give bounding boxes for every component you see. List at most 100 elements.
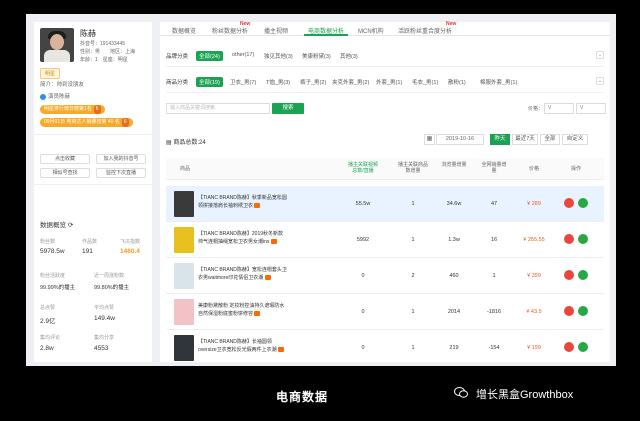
link-icon[interactable] bbox=[578, 198, 588, 208]
product-thumbnail[interactable] bbox=[174, 299, 194, 325]
tab-fans-analysis[interactable]: 粉丝数据分析 New bbox=[212, 21, 250, 35]
linked-videos-cell: 5992 bbox=[356, 237, 370, 243]
profile-panel: 陈赫 抖音号：191433445 性别：男 地区：上海 年龄：1 星座：明星 明… bbox=[34, 22, 152, 362]
refresh-icon[interactable]: ⟳ bbox=[68, 222, 73, 229]
app-screen: 陈赫 抖音号：191433445 性别：男 地区：上海 年龄：1 星座：明星 明… bbox=[26, 14, 616, 366]
date-7days-button[interactable]: 最近7天 bbox=[512, 134, 538, 145]
product-filter-item[interactable]: 裤子_男(2) bbox=[300, 78, 326, 86]
stat-value: 5978.5w bbox=[40, 248, 65, 255]
product-thumbnail[interactable] bbox=[174, 335, 194, 361]
product-filter-item[interactable]: 棉服外套_男(1) bbox=[480, 78, 517, 86]
avatar bbox=[40, 28, 74, 62]
calendar-icon[interactable]: ▦ bbox=[424, 134, 435, 145]
product-title[interactable]: 美康粉黛散粉 定妆粉控油持久遮瑕防水自然保湿粉底蜜粉饼修容 bbox=[198, 302, 288, 318]
brand-filter-item[interactable]: other(17) bbox=[232, 52, 254, 58]
main-panel: 数据概览 粉丝数据分析 New 播主视频 电商数据分析 MCN机构 活跃粉丝重合度… bbox=[160, 21, 610, 366]
product-total: ▤ 商品总数:24 bbox=[166, 140, 206, 146]
brand-filter-all[interactable]: 全部(24) bbox=[196, 51, 223, 61]
product-thumbnail[interactable] bbox=[174, 227, 194, 253]
brand-filter-item[interactable]: 独见其他(3) bbox=[264, 52, 293, 60]
price-min-select[interactable]: V bbox=[544, 103, 574, 114]
douyin-id: 抖音号：191433445 bbox=[80, 41, 126, 47]
col-product-count[interactable]: 播主关联商品数增量 bbox=[398, 162, 428, 174]
product-title[interactable]: 【TIANC BRAND陈赫】长袖圆领oversize卫衣宽松反光假两件上衣潮 bbox=[198, 338, 288, 354]
product-filter-item[interactable]: 夹克外套_男(2) bbox=[332, 78, 369, 86]
product-count-cell: 1 bbox=[411, 237, 415, 243]
shop-cart-icon[interactable] bbox=[564, 306, 574, 316]
table-row[interactable]: 【TIANC BRAND陈赫】秋季新品宽松圆领拼接落肩长袖刺绣卫衣 55.5w 1… bbox=[166, 186, 604, 222]
link-icon[interactable] bbox=[578, 270, 588, 280]
product-count-cell: 2 bbox=[411, 273, 415, 279]
tab-mcn[interactable]: MCN机构 bbox=[358, 26, 384, 35]
divider bbox=[166, 66, 604, 67]
product-thumbnail[interactable] bbox=[174, 191, 194, 217]
shop-cart-icon[interactable] bbox=[564, 342, 574, 352]
link-icon[interactable] bbox=[578, 234, 588, 244]
product-title[interactable]: 【TIANC BRAND陈赫】2019秋冬新款帅气连帽抽绳宽松卫衣男女潮ins bbox=[198, 230, 288, 246]
col-price: 价格 bbox=[528, 166, 539, 172]
verified-label: 演员陈赫 bbox=[40, 92, 70, 100]
product-search-input[interactable]: 输入商品关键词搜索 bbox=[166, 103, 270, 114]
price-cell: ¥ 255.55 bbox=[523, 237, 545, 243]
footer-caption: 电商数据 bbox=[276, 390, 329, 404]
views-cell: 1.3w bbox=[448, 237, 460, 243]
profile-bio: 简介：帅到没朋友 bbox=[40, 82, 85, 88]
tab-videos[interactable]: 播主视频 bbox=[264, 26, 288, 35]
chevron-down-icon[interactable]: ⌄ bbox=[596, 77, 604, 85]
col-linked-videos[interactable]: 播主关联视频总数/直播 bbox=[346, 162, 380, 174]
sales-cell: 47 bbox=[490, 201, 498, 207]
taobao-icon bbox=[254, 203, 261, 209]
product-count-cell: 1 bbox=[411, 309, 415, 315]
favorite-button[interactable]: 点击收藏 bbox=[40, 154, 90, 164]
product-filter-all[interactable]: 全部(19) bbox=[196, 77, 223, 87]
product-title[interactable]: 【TIANC BRAND陈赫】宽松连帽套头卫衣男waitmore印花情侣卫衣潮 bbox=[198, 266, 288, 282]
table-row[interactable]: 【TIANC BRAND陈赫】2019秋冬新款帅气连帽抽绳宽松卫衣男女潮ins … bbox=[166, 222, 604, 258]
product-filter-item[interactable]: 卫衣_男(7) bbox=[230, 78, 256, 86]
table-row[interactable]: 【TIANC BRAND陈赫】长袖圆领oversize卫衣宽松反光假两件上衣潮 … bbox=[166, 330, 604, 366]
tab-fan-overlap[interactable]: 活跃粉丝重合度分析 New bbox=[398, 21, 456, 35]
tab-overview[interactable]: 数据概览 bbox=[172, 26, 196, 35]
date-picker[interactable]: 2019-10-16 bbox=[436, 134, 484, 145]
date-custom-button[interactable]: 自定义 bbox=[562, 134, 588, 145]
similar-account-button[interactable]: 相似号查找 bbox=[40, 168, 90, 178]
col-views[interactable]: 浏览量增量 bbox=[440, 162, 468, 168]
stat-value: 4553 bbox=[94, 345, 109, 352]
rank-pill-ecommerce[interactable]: 09月01日 电商达人销量榜第 40 名6 bbox=[40, 118, 133, 127]
views-cell: 2014 bbox=[447, 309, 461, 315]
sales-cell: -154 bbox=[488, 345, 500, 351]
age-constellation: 年龄：1 星座：明星 bbox=[80, 57, 128, 63]
taobao-icon bbox=[278, 347, 285, 353]
link-icon[interactable] bbox=[578, 306, 588, 316]
search-button[interactable]: 搜索 bbox=[272, 103, 304, 114]
brand-filter-item[interactable]: 美康粉黛(3) bbox=[302, 52, 331, 60]
shop-cart-icon[interactable] bbox=[564, 234, 574, 244]
active-tab-indicator bbox=[304, 34, 348, 36]
stat-value-highlight: 1460.4 bbox=[120, 248, 140, 255]
table-row[interactable]: 美康粉黛散粉 定妆粉控油持久遮瑕防水自然保湿粉底蜜粉饼修容 0 1 2014 -181… bbox=[166, 294, 604, 330]
table-row[interactable]: 【TIANC BRAND陈赫】宽松连帽套头卫衣男waitmore印花情侣卫衣潮 … bbox=[166, 258, 604, 294]
price-max-select[interactable]: V bbox=[576, 103, 606, 114]
views-cell: 34.6w bbox=[446, 201, 462, 207]
col-sales[interactable]: 全网销量增量 bbox=[480, 162, 508, 174]
rank-pill-stars[interactable]: 明星排行榜日榜第1名 6 bbox=[40, 105, 105, 114]
product-thumbnail[interactable] bbox=[174, 263, 194, 289]
add-my-account-button[interactable]: 加入我的抖音号 bbox=[96, 154, 146, 164]
chevron-down-icon[interactable]: ⌄ bbox=[596, 51, 604, 59]
date-all-button[interactable]: 全部 bbox=[540, 134, 560, 145]
date-yesterday-button[interactable]: 昨天 bbox=[490, 134, 510, 145]
brand-filter-item[interactable]: 其他(3) bbox=[340, 52, 358, 60]
tab-bar: 数据概览 粉丝数据分析 New 播主视频 电商数据分析 MCN机构 活跃粉丝重合度… bbox=[160, 21, 610, 36]
stat-label: 近一周涨粉数 bbox=[94, 273, 125, 279]
monitor-live-button[interactable]: 监控下次直播 bbox=[96, 168, 146, 178]
brand-filter-label: 品牌分类 bbox=[166, 54, 189, 60]
link-icon[interactable] bbox=[578, 342, 588, 352]
shop-cart-icon[interactable] bbox=[564, 198, 574, 208]
product-filter-item[interactable]: 散粉(1) bbox=[448, 78, 466, 86]
product-filter-item[interactable]: 毛衣_男(1) bbox=[412, 78, 438, 86]
stat-label: 粉丝活跃度 bbox=[40, 273, 66, 279]
product-filter-item[interactable]: T恤_男(3) bbox=[266, 78, 290, 86]
product-title[interactable]: 【TIANC BRAND陈赫】秋季新品宽松圆领拼接落肩长袖刺绣卫衣 bbox=[198, 194, 288, 210]
new-badge: New bbox=[240, 21, 251, 27]
shop-cart-icon[interactable] bbox=[564, 270, 574, 280]
product-filter-item[interactable]: 外套_男(1) bbox=[376, 78, 402, 86]
